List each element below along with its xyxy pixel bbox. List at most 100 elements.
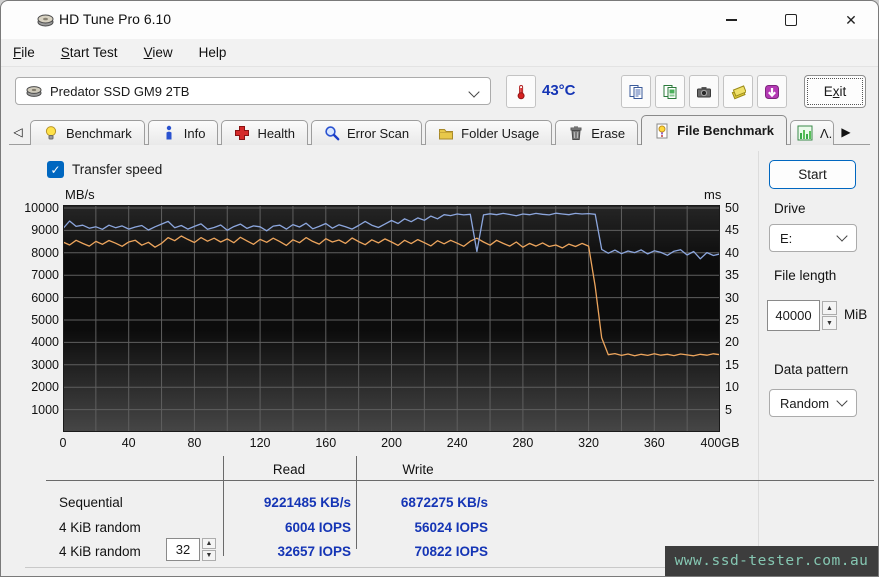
file-length-down-button[interactable]: ▼	[822, 316, 837, 330]
y-left-tick: 8000	[31, 245, 59, 260]
close-icon: ✕	[845, 12, 857, 28]
trash-icon	[570, 126, 582, 140]
sequential-read-value: 9221485 KB/s	[263, 495, 351, 510]
close-button[interactable]: ✕	[828, 5, 874, 35]
menu-help[interactable]: Help	[199, 45, 227, 60]
y-left-tick: 10000	[24, 201, 59, 215]
x-tick: 360	[643, 436, 665, 450]
copy-text-button[interactable]	[621, 75, 651, 108]
y-left-tick: 7000	[31, 268, 59, 283]
row-label-4kib-random: 4 KiB random	[59, 520, 141, 535]
x-tick: 320	[578, 436, 600, 450]
random-write-value: 56024 IOPS	[414, 520, 488, 535]
maximize-button[interactable]	[768, 5, 814, 35]
chevron-down-icon	[836, 230, 848, 242]
drive-label: Drive	[774, 201, 806, 216]
row-label-sequential: Sequential	[59, 495, 123, 510]
random-qd-write-value: 70822 IOPS	[414, 544, 488, 559]
start-button[interactable]: Start	[769, 160, 856, 189]
tab-overflow[interactable]: Λ.	[790, 120, 834, 145]
exit-button[interactable]: Exit	[804, 75, 866, 108]
chevron-down-icon	[836, 395, 848, 407]
data-pattern-combo[interactable]: Random	[769, 389, 857, 417]
y-right-tick: 45	[725, 223, 739, 238]
info-icon	[166, 125, 172, 140]
capture-download-icon	[765, 84, 779, 99]
table-header-rule	[46, 480, 874, 481]
file-bulb-icon	[656, 123, 668, 138]
menu-view[interactable]: View	[144, 45, 173, 60]
copy-image-button[interactable]	[655, 75, 685, 108]
tab-scroll-left-button[interactable]: ◁	[9, 121, 27, 143]
read-column-header: Read	[272, 462, 306, 477]
thermometer-icon	[517, 84, 525, 99]
save-image-icon	[731, 84, 746, 99]
drive-disk-icon	[26, 86, 42, 97]
y-right-tick: 10	[725, 380, 739, 395]
capture-button[interactable]	[757, 75, 787, 108]
y-right-axis-unit: ms	[704, 187, 722, 202]
screenshot-button[interactable]	[689, 75, 719, 108]
app-disk-icon	[37, 14, 54, 27]
data-pattern-label: Data pattern	[774, 362, 849, 377]
y-left-tick: 3000	[31, 357, 59, 372]
tab-erase[interactable]: Erase	[555, 120, 639, 145]
x-end-tick: 400GB	[700, 436, 740, 450]
tab-error-scan[interactable]: Error Scan	[311, 120, 423, 145]
y-right-tick: 5	[725, 402, 732, 417]
transfer-speed-chart	[63, 205, 720, 432]
y-right-tick: 35	[725, 268, 739, 283]
menu-start-test[interactable]: Start Test	[61, 45, 118, 60]
file-length-up-button[interactable]: ▲	[822, 301, 837, 315]
x-tick: 0	[59, 436, 67, 450]
green-chart-icon	[797, 125, 813, 141]
title-bar: HD Tune Pro 6.10 ✕	[1, 1, 878, 39]
window-title: HD Tune Pro 6.10	[59, 11, 172, 27]
random-read-value: 6004 IOPS	[284, 520, 351, 535]
copy-text-icon	[629, 84, 643, 99]
hd-tune-window: HD Tune Pro 6.10 ✕ File Start Test View …	[0, 0, 879, 577]
transfer-speed-checkbox[interactable]: ✓	[47, 161, 64, 178]
health-cross-icon	[235, 126, 250, 140]
y-right-tick: 30	[725, 290, 739, 305]
toolbar: Predator SSD GM9 2TB 43°C Exit	[1, 67, 878, 115]
file-length-unit: MiB	[844, 307, 868, 322]
bulb-icon	[45, 126, 57, 140]
y-left-tick: 2000	[31, 380, 59, 395]
tab-scroll-right-button[interactable]: ▶	[837, 121, 855, 143]
y-right-tick: 20	[725, 335, 739, 350]
sequential-write-value: 6872275 KB/s	[400, 495, 488, 510]
x-tick: 80	[187, 436, 202, 450]
minimize-icon	[725, 19, 737, 21]
temperature-value: 43°C	[542, 82, 576, 99]
file-length-label: File length	[774, 268, 837, 283]
minimize-button[interactable]	[708, 5, 754, 35]
write-column-header: Write	[402, 462, 434, 477]
tab-health[interactable]: Health	[221, 120, 309, 145]
temperature-button[interactable]	[506, 75, 536, 108]
y-left-tick: 1000	[31, 402, 59, 417]
tab-benchmark[interactable]: Benchmark	[30, 120, 145, 145]
y-left-tick: 6000	[31, 290, 59, 305]
tab-file-benchmark[interactable]: File Benchmark	[641, 115, 787, 145]
tab-bar: ◁ Benchmark Info Health Error Scan Folde…	[9, 115, 870, 145]
y-left-tick: 5000	[31, 313, 59, 327]
tab-info[interactable]: Info	[147, 120, 219, 145]
menu-file[interactable]: File	[13, 45, 35, 60]
drive-select-combo[interactable]: Predator SSD GM9 2TB	[15, 77, 491, 105]
camera-icon	[697, 86, 711, 97]
tab-folder-usage[interactable]: Folder Usage	[425, 120, 553, 145]
file-length-input[interactable]: 40000	[767, 300, 820, 331]
save-image-button[interactable]	[723, 75, 753, 108]
x-tick: 40	[121, 436, 136, 450]
row-label-4kib-random-qd: 4 KiB random	[59, 544, 141, 559]
y-right-tick: 25	[725, 313, 739, 327]
y-left-tick: 9000	[31, 223, 59, 238]
x-tick: 280	[512, 436, 534, 450]
random-qd-read-value: 32657 IOPS	[277, 544, 351, 559]
y-left-axis-unit: MB/s	[65, 187, 95, 202]
magnifier-icon	[325, 126, 340, 141]
x-tick: 160	[315, 436, 337, 450]
drive-letter-combo[interactable]: E:	[769, 224, 857, 252]
folder-icon	[439, 129, 454, 140]
